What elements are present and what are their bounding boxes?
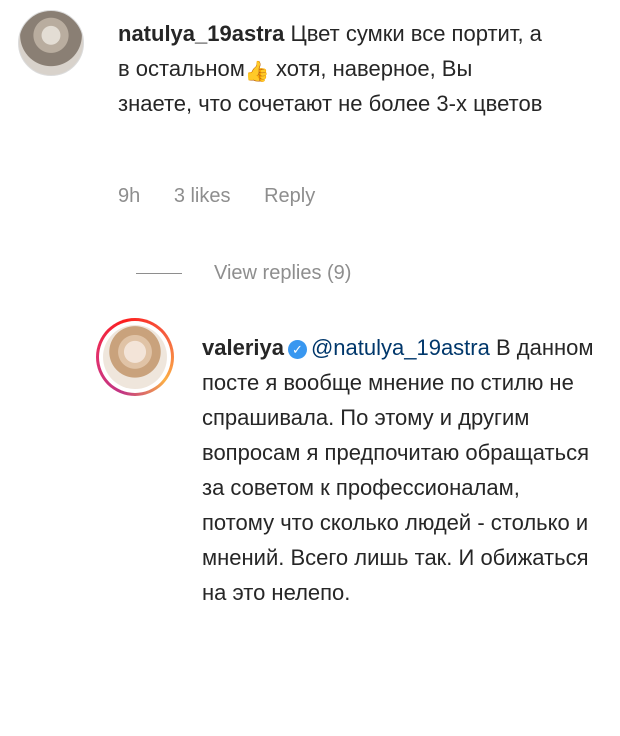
view-replies-label: View replies (9) (214, 262, 352, 284)
mention-link[interactable]: @natulya_19astra (311, 335, 490, 360)
divider-line (136, 273, 182, 274)
comment-body: natulya_19astra Цвет сумки все портит, а… (118, 16, 548, 121)
comment-time: 9h (118, 185, 141, 207)
avatar-natulya[interactable] (18, 10, 84, 76)
comment-text: В данном посте я вообще мнение по стилю … (202, 335, 594, 605)
thumbs-up-icon: 👍 (244, 61, 270, 83)
avatar-photo (103, 325, 167, 389)
username-link[interactable]: valeriya (202, 335, 284, 360)
view-replies-button[interactable]: View replies (9) (136, 262, 351, 285)
username-link[interactable]: natulya_19astra (118, 21, 284, 46)
reply-button[interactable]: Reply (264, 185, 315, 208)
avatar-valeriya[interactable] (96, 318, 174, 396)
likes-count[interactable]: 3 likes (174, 185, 231, 208)
comment-meta: 9h 3 likes Reply (118, 185, 343, 208)
comment-body: valeriya ✓ @natulya_19astra В данном посте… (202, 330, 597, 610)
verified-badge-icon: ✓ (287, 340, 307, 359)
